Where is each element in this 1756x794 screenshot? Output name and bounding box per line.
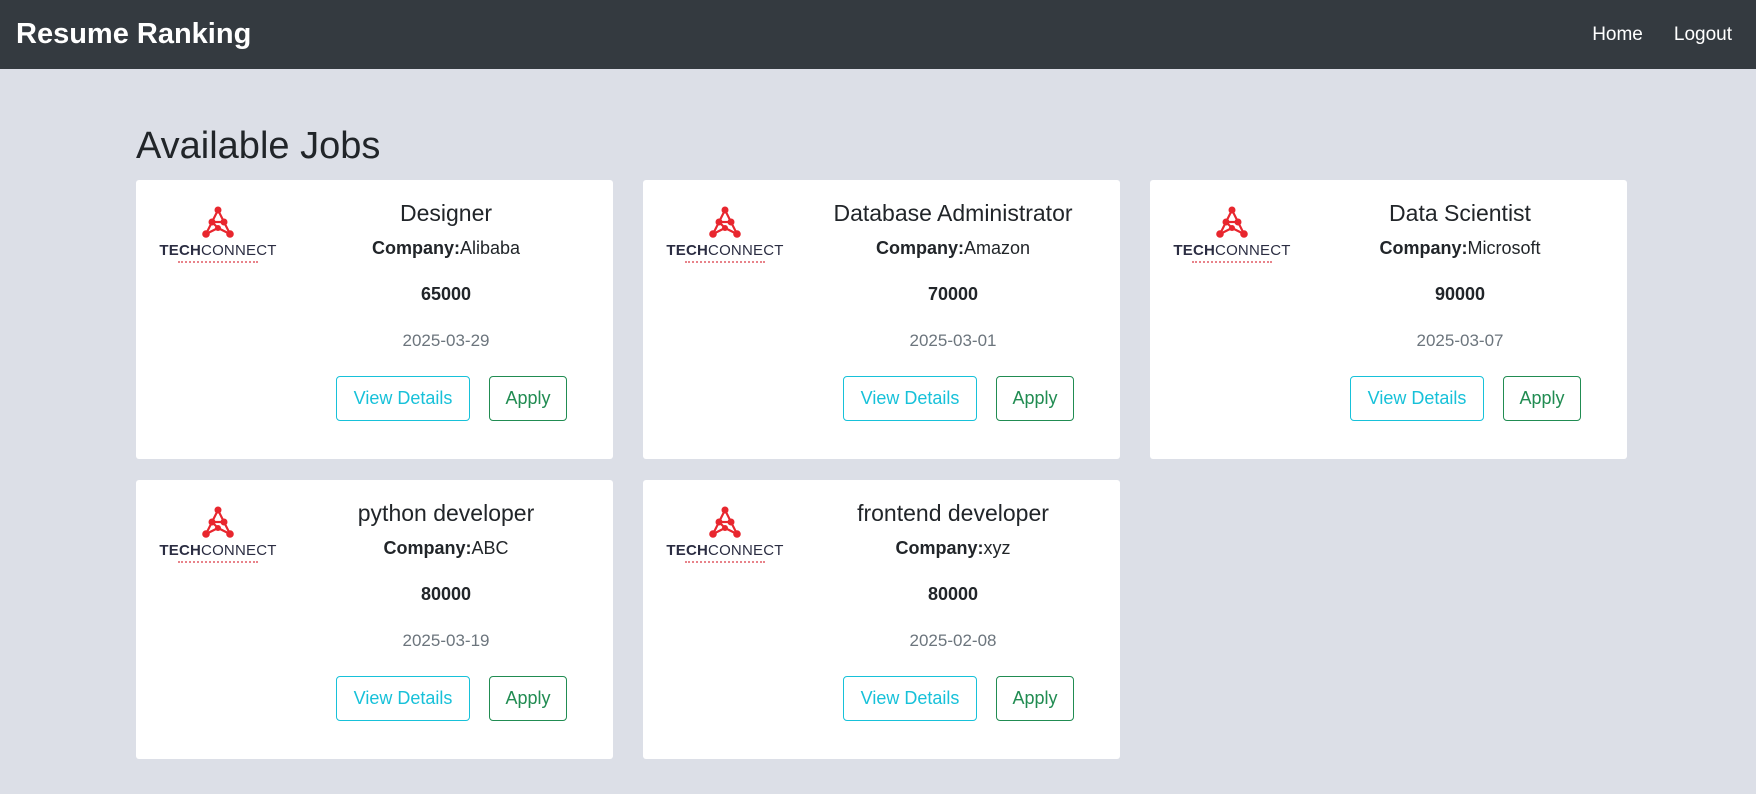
job-date: 2025-03-01 bbox=[909, 331, 997, 350]
company-name: Microsoft bbox=[1467, 238, 1541, 258]
apply-button[interactable]: Apply bbox=[489, 376, 567, 421]
logo-wordmark: TECHCONNECT bbox=[159, 542, 277, 559]
job-actions: View Details Apply bbox=[336, 676, 567, 721]
job-card-body: frontend developer Company:xyz 80000 202… bbox=[803, 480, 1103, 653]
job-salary: 90000 bbox=[1434, 284, 1486, 304]
job-actions: View Details Apply bbox=[843, 376, 1074, 421]
job-date: 2025-02-08 bbox=[909, 631, 997, 650]
job-company: Company:ABC bbox=[296, 536, 596, 560]
job-title: Data Scientist bbox=[1389, 200, 1531, 226]
company-label: Company: bbox=[371, 238, 460, 258]
nav-logout-link[interactable]: Logout bbox=[1674, 24, 1732, 46]
page-title: Available Jobs bbox=[136, 125, 381, 167]
nav-home-link[interactable]: Home bbox=[1592, 24, 1643, 46]
job-salary: 80000 bbox=[927, 584, 979, 604]
job-card: TECHCONNECT frontend developer Company:x… bbox=[643, 480, 1120, 759]
apply-button[interactable]: Apply bbox=[996, 376, 1074, 421]
main-container: Available Jobs TECHCONNECT Designer Comp… bbox=[136, 120, 1636, 759]
company-logo: TECHCONNECT bbox=[1170, 206, 1294, 268]
job-card: TECHCONNECT Database Administrator Compa… bbox=[643, 180, 1120, 459]
view-details-button[interactable]: View Details bbox=[1350, 376, 1484, 421]
job-actions: View Details Apply bbox=[1350, 376, 1581, 421]
job-salary: 80000 bbox=[420, 584, 472, 604]
apply-button[interactable]: Apply bbox=[489, 676, 567, 721]
company-logo: TECHCONNECT bbox=[156, 206, 280, 268]
job-actions: View Details Apply bbox=[843, 676, 1074, 721]
job-card: TECHCONNECT python developer Company:ABC… bbox=[136, 480, 613, 759]
logo-tagline bbox=[1192, 261, 1272, 265]
job-card: TECHCONNECT Data Scientist Company:Micro… bbox=[1150, 180, 1627, 459]
job-card-body: Database Administrator Company:Amazon 70… bbox=[803, 180, 1103, 353]
brand[interactable]: Resume Ranking bbox=[16, 18, 251, 51]
view-details-button[interactable]: View Details bbox=[336, 376, 470, 421]
company-logo: TECHCONNECT bbox=[663, 506, 787, 568]
company-logo: TECHCONNECT bbox=[663, 206, 787, 268]
company-label: Company: bbox=[875, 238, 964, 258]
job-card: TECHCONNECT Designer Company:Alibaba 650… bbox=[136, 180, 613, 459]
company-name: ABC bbox=[471, 538, 509, 558]
navbar: Resume Ranking Home Logout bbox=[0, 0, 1756, 69]
view-details-button[interactable]: View Details bbox=[336, 676, 470, 721]
job-salary: 65000 bbox=[420, 284, 472, 304]
job-date: 2025-03-19 bbox=[402, 631, 490, 650]
logo-wordmark: TECHCONNECT bbox=[666, 242, 784, 259]
job-grid: TECHCONNECT Designer Company:Alibaba 650… bbox=[136, 180, 1636, 759]
apply-button[interactable]: Apply bbox=[1503, 376, 1581, 421]
company-label: Company: bbox=[1379, 238, 1468, 258]
logo-wordmark: TECHCONNECT bbox=[1173, 242, 1291, 259]
job-company: Company:Amazon bbox=[803, 236, 1103, 260]
logo-tagline bbox=[685, 261, 765, 265]
job-company: Company:xyz bbox=[803, 536, 1103, 560]
logo-tagline bbox=[178, 561, 258, 565]
job-date: 2025-03-07 bbox=[1416, 331, 1504, 350]
logo-icon bbox=[709, 506, 741, 538]
job-title: frontend developer bbox=[857, 500, 1049, 526]
view-details-button[interactable]: View Details bbox=[843, 376, 977, 421]
job-title: Designer bbox=[399, 200, 493, 226]
logo-icon bbox=[202, 206, 234, 238]
company-name: Amazon bbox=[963, 238, 1031, 258]
logo-icon bbox=[709, 206, 741, 238]
logo-tagline bbox=[685, 561, 765, 565]
nav-links: Home Logout bbox=[1592, 24, 1740, 46]
company-logo: TECHCONNECT bbox=[156, 506, 280, 568]
job-title: python developer bbox=[357, 500, 535, 526]
job-date: 2025-03-29 bbox=[402, 331, 490, 350]
logo-icon bbox=[202, 506, 234, 538]
company-label: Company: bbox=[383, 538, 472, 558]
logo-icon bbox=[1216, 206, 1248, 238]
apply-button[interactable]: Apply bbox=[996, 676, 1074, 721]
job-card-body: Data Scientist Company:Microsoft 90000 2… bbox=[1310, 180, 1610, 353]
job-card-body: Designer Company:Alibaba 65000 2025-03-2… bbox=[296, 180, 596, 353]
company-name: xyz bbox=[983, 538, 1011, 558]
logo-wordmark: TECHCONNECT bbox=[159, 242, 277, 259]
logo-wordmark: TECHCONNECT bbox=[666, 542, 784, 559]
job-salary: 70000 bbox=[927, 284, 979, 304]
job-title: Database Administrator bbox=[833, 200, 1073, 226]
job-company: Company:Alibaba bbox=[296, 236, 596, 260]
job-card-body: python developer Company:ABC 80000 2025-… bbox=[296, 480, 596, 653]
job-actions: View Details Apply bbox=[336, 376, 567, 421]
view-details-button[interactable]: View Details bbox=[843, 676, 977, 721]
company-label: Company: bbox=[895, 538, 984, 558]
company-name: Alibaba bbox=[459, 238, 521, 258]
job-company: Company:Microsoft bbox=[1310, 236, 1610, 260]
logo-tagline bbox=[178, 261, 258, 265]
